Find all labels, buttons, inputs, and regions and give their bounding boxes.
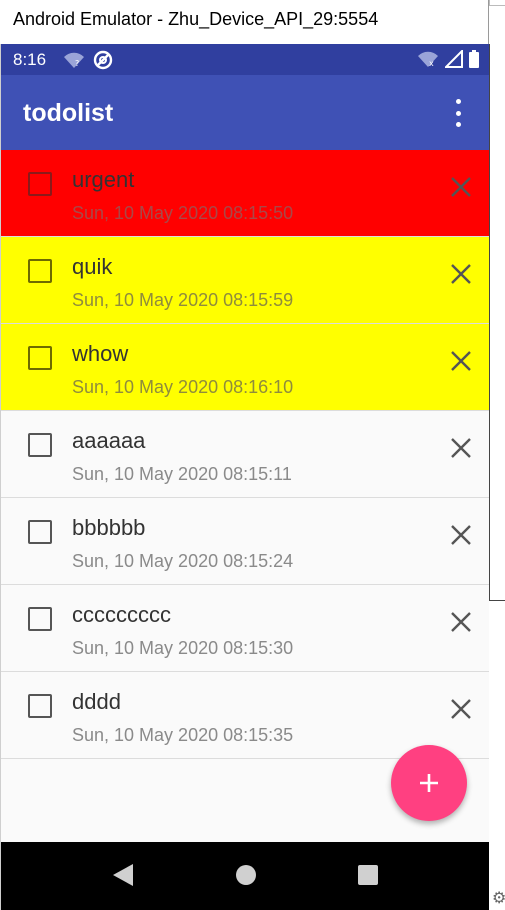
- battery-icon: [469, 50, 479, 68]
- status-notification-icons: ?: [63, 50, 113, 70]
- todo-title: ccccccccc: [72, 602, 171, 627]
- todo-title: urgent: [72, 167, 135, 192]
- more-vert-icon[interactable]: [445, 99, 471, 127]
- todo-checkbox[interactable]: [28, 346, 52, 370]
- todo-date: Sun, 10 May 2020 08:16:10: [72, 377, 294, 397]
- no-signal-icon: [93, 50, 113, 70]
- desktop-background: [489, 0, 505, 910]
- todo-checkbox[interactable]: [28, 259, 52, 283]
- window-title: Android Emulator - Zhu_Device_API_29:555…: [13, 9, 379, 29]
- navigation-bar: [1, 842, 489, 910]
- todo-item[interactable]: ccccccccc Sun, 10 May 2020 08:15:30: [1, 585, 489, 672]
- todo-date: Sun, 10 May 2020 08:15:59: [72, 290, 294, 310]
- wifi-icon: x: [418, 51, 438, 68]
- todo-title: bbbbbb: [72, 515, 146, 540]
- app-title: todolist: [23, 99, 114, 127]
- todo-checkbox[interactable]: [28, 172, 52, 196]
- todo-list: urgent Sun, 10 May 2020 08:15:50 quik Su…: [1, 150, 489, 759]
- close-icon[interactable]: [449, 697, 473, 721]
- status-system-icons: x: [417, 50, 479, 68]
- todo-title: quik: [72, 254, 113, 279]
- svg-text:?: ?: [75, 59, 79, 68]
- desktop-window-edge: [489, 0, 505, 6]
- device-screen: 8:16 ? x todolist urgent Sun, 10 May 202…: [0, 44, 489, 910]
- app-bar: todolist: [1, 75, 489, 150]
- todo-item[interactable]: quik Sun, 10 May 2020 08:15:59: [1, 237, 489, 324]
- close-icon[interactable]: [449, 349, 473, 373]
- todo-date: Sun, 10 May 2020 08:15:11: [72, 464, 292, 484]
- todo-item[interactable]: dddd Sun, 10 May 2020 08:15:35: [1, 672, 489, 759]
- svg-text:x: x: [429, 59, 434, 68]
- todo-item[interactable]: whow Sun, 10 May 2020 08:16:10: [1, 324, 489, 411]
- back-icon[interactable]: [111, 862, 135, 888]
- todo-title: aaaaaa: [72, 428, 146, 453]
- close-icon[interactable]: [449, 436, 473, 460]
- todo-checkbox[interactable]: [28, 694, 52, 718]
- todo-checkbox[interactable]: [28, 520, 52, 544]
- close-icon[interactable]: [449, 523, 473, 547]
- add-icon: [420, 774, 438, 792]
- todo-checkbox[interactable]: [28, 607, 52, 631]
- todo-item[interactable]: bbbbbb Sun, 10 May 2020 08:15:24: [1, 498, 489, 585]
- todo-date: Sun, 10 May 2020 08:15:24: [72, 551, 294, 571]
- wifi-question-icon: ?: [64, 52, 84, 68]
- todo-item[interactable]: urgent Sun, 10 May 2020 08:15:50: [1, 150, 489, 237]
- todo-title: whow: [72, 341, 129, 366]
- status-bar: 8:16 ? x: [1, 44, 489, 75]
- todo-date: Sun, 10 May 2020 08:15:50: [72, 203, 294, 223]
- home-icon[interactable]: [234, 862, 258, 888]
- desktop-window-edge: [489, 44, 490, 601]
- add-todo-button[interactable]: [391, 745, 467, 821]
- todo-item[interactable]: aaaaaa Sun, 10 May 2020 08:15:11: [1, 411, 489, 498]
- recents-icon[interactable]: [356, 862, 380, 888]
- todo-date: Sun, 10 May 2020 08:15:35: [72, 725, 294, 745]
- desktop-window-edge: [489, 600, 505, 601]
- close-icon[interactable]: [449, 262, 473, 286]
- close-icon[interactable]: [449, 610, 473, 634]
- emulator-title-bar: Android Emulator - Zhu_Device_API_29:555…: [0, 0, 489, 44]
- status-time: 8:16: [13, 50, 47, 69]
- todo-checkbox[interactable]: [28, 433, 52, 457]
- todo-title: dddd: [72, 689, 121, 714]
- gear-icon: ⚙: [492, 890, 505, 907]
- todo-date: Sun, 10 May 2020 08:15:30: [72, 638, 294, 658]
- close-icon[interactable]: [449, 175, 473, 199]
- cell-signal-icon: [445, 50, 463, 68]
